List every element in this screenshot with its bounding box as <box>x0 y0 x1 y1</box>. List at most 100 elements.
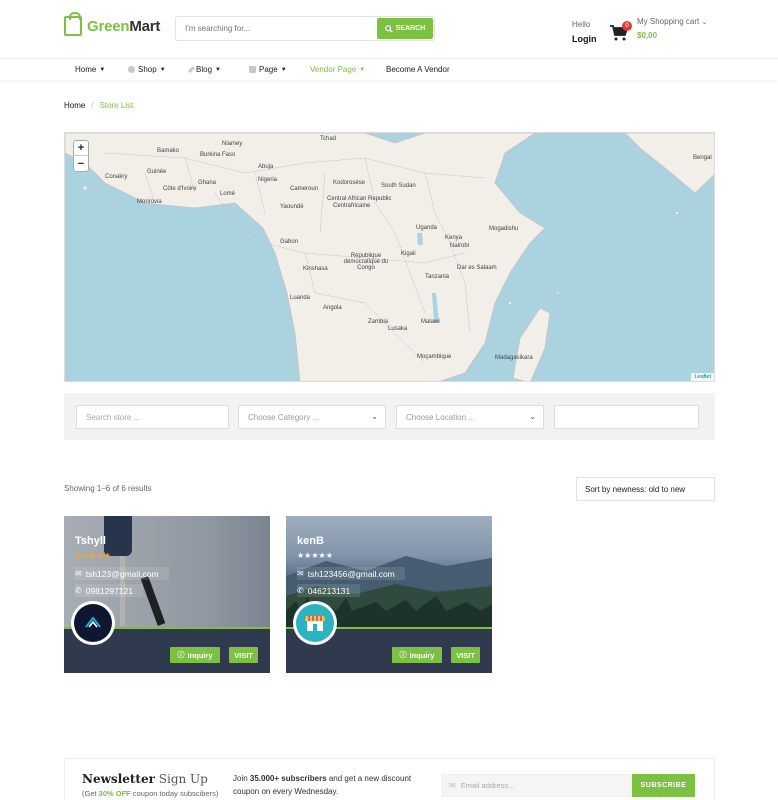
search-button[interactable]: SEARCH <box>377 18 433 39</box>
map-label: Malawi <box>421 319 440 325</box>
breadcrumb-separator: / <box>91 101 94 110</box>
envelope-icon: ✉ <box>297 569 304 578</box>
newsletter-title: Newsletter Sign Up <box>82 772 208 786</box>
newsletter-description: Join 35.000+ subscribers and get a new d… <box>233 774 412 796</box>
search-bar: SEARCH <box>175 16 435 41</box>
store-search-input[interactable]: Search store ... <box>76 405 229 429</box>
newsletter-subtitle: (Get 30% OFF coupon today subscibers) <box>82 789 219 798</box>
chevron-down-icon: ⌄ <box>371 412 378 421</box>
search-input[interactable] <box>176 17 376 40</box>
map-label: Tanzania <box>425 274 450 280</box>
visit-button[interactable]: VISIT <box>229 647 258 663</box>
map-label: Lusaka <box>388 326 408 332</box>
newsletter-section: Newsletter Sign Up (Get 30% OFF coupon t… <box>64 758 715 800</box>
nav-item-page[interactable]: Page ▼ <box>249 65 287 74</box>
store-avatar[interactable] <box>71 601 115 645</box>
breadcrumb-home[interactable]: Home <box>64 101 85 110</box>
store-email: ✉ tsh123456@gmail.com <box>297 567 405 580</box>
map-attribution[interactable]: Leaflet <box>691 373 714 381</box>
map-label: Ghana <box>198 180 217 186</box>
nav-item-blog[interactable]: Blog ▼ <box>187 65 221 74</box>
store-phone: ✆ 0981297121 <box>75 584 143 597</box>
chevron-down-icon: ⌄ <box>701 19 708 26</box>
map-label: Abuja <box>258 164 274 170</box>
caret-down-icon: ▼ <box>215 66 221 73</box>
map-label: Centrafricaine <box>333 203 371 209</box>
nav-item-home[interactable]: Home ▼ <box>75 65 105 74</box>
phone-icon: ✆ <box>297 586 304 595</box>
store-card[interactable]: Tshyll ★★★★★ ✉ tsh123@gmail.com ✆ 09812971… <box>64 516 270 673</box>
pencil-icon <box>187 65 196 74</box>
map-label: Madagasikara <box>495 355 533 361</box>
extra-filter-input[interactable] <box>554 405 699 429</box>
map-label: Kinshasa <box>303 266 328 272</box>
nav-item-become-vendor[interactable]: Become A Vendor <box>386 65 450 74</box>
map-label: Central African Republic <box>327 196 392 202</box>
location-select[interactable]: Choose Location ... ⌄ <box>396 405 544 429</box>
store-phone: ✆ 046213131 <box>297 584 361 597</box>
map-label: Luanda <box>290 295 311 301</box>
site-header: GreenMart SEARCH Hello Login 0 My Shoppi… <box>0 0 778 58</box>
store-card[interactable]: kenB ★★★★★ ✉ tsh123456@gmail.com ✆ 0462131… <box>286 516 492 673</box>
map-label: Kodorosése <box>333 180 366 186</box>
nav-item-shop[interactable]: Shop ▼ <box>128 65 166 74</box>
account-block: Hello Login <box>572 17 597 47</box>
store-name[interactable]: kenB <box>297 535 324 547</box>
page-icon <box>249 66 256 73</box>
store-logo-mark-icon <box>85 616 101 628</box>
map-label: Lomé <box>220 191 236 197</box>
subscribe-button[interactable]: SUBSCRIBE <box>632 774 695 797</box>
store-filters: Search store ... Choose Category ... ⌄ Ch… <box>64 393 715 440</box>
login-link[interactable]: Login <box>572 32 597 47</box>
map-label: République démocratique du Congo <box>343 253 389 271</box>
map-label: Niamey <box>222 141 243 147</box>
breadcrumb: Home / Store List <box>64 101 133 110</box>
inquiry-button[interactable]: ⓘ Inquiry <box>170 647 220 663</box>
store-logo <box>296 604 334 642</box>
phone-icon: ✆ <box>75 586 82 595</box>
cart-total: $0,00 <box>637 31 658 40</box>
map-label: Yaoundé <box>280 204 304 210</box>
visit-button[interactable]: VISIT <box>451 647 480 663</box>
map-label: Moçambique <box>417 354 452 360</box>
storefront-icon <box>305 616 325 631</box>
store-name[interactable]: Tshyll <box>75 535 106 547</box>
map-label: Nairobi <box>450 243 470 249</box>
search-icon <box>384 24 393 33</box>
caret-down-icon: ▼ <box>99 66 106 73</box>
zoom-out-button[interactable]: − <box>74 156 88 171</box>
caret-down-icon: ▼ <box>359 66 366 73</box>
store-map[interactable]: Niamey Tchad Bamako Burkina Faso Conakry… <box>64 132 715 382</box>
logo-text: GreenMart <box>87 17 161 35</box>
map-label: Bengal <box>693 155 712 161</box>
sort-select[interactable]: Sort by newness: old to new <box>576 477 715 501</box>
store-email: ✉ tsh123@gmail.com <box>75 567 169 580</box>
inquiry-button[interactable]: ⓘ Inquiry <box>392 647 442 663</box>
map-label: South Sudan <box>381 183 416 189</box>
newsletter-email-input[interactable]: ✉ Email address... <box>442 774 632 797</box>
map-label: Mogadishu <box>489 226 519 232</box>
store-logo <box>74 604 112 642</box>
map-label: Uganda <box>416 225 438 231</box>
breadcrumb-current: Store List <box>99 101 134 110</box>
rating-stars: ★★★★★ <box>297 551 333 560</box>
search-button-label: SEARCH <box>395 25 426 32</box>
shop-icon <box>128 66 135 73</box>
map-label: Kenya <box>445 235 463 241</box>
chevron-down-icon: ⌄ <box>529 412 536 421</box>
cart-count-badge: 0 <box>622 21 632 31</box>
map-label: Zambia <box>368 319 389 325</box>
map-label: Bamako <box>157 148 180 154</box>
caret-down-icon: ▼ <box>159 66 166 73</box>
map-label: Conakry <box>105 174 128 180</box>
results-count: Showing 1–6 of 6 results <box>64 484 152 493</box>
nav-item-vendor-page[interactable]: Vendor Page ▼ <box>310 65 365 74</box>
map-label: Angola <box>323 305 342 311</box>
zoom-in-button[interactable]: + <box>74 141 88 156</box>
store-avatar[interactable] <box>293 601 337 645</box>
map-label: Dar es Salaam <box>457 265 497 271</box>
logo[interactable]: GreenMart <box>64 12 161 36</box>
category-select[interactable]: Choose Category ... ⌄ <box>238 405 386 429</box>
map-label: Kigali <box>401 251 416 257</box>
rating-stars: ★★★★★ <box>75 551 111 560</box>
